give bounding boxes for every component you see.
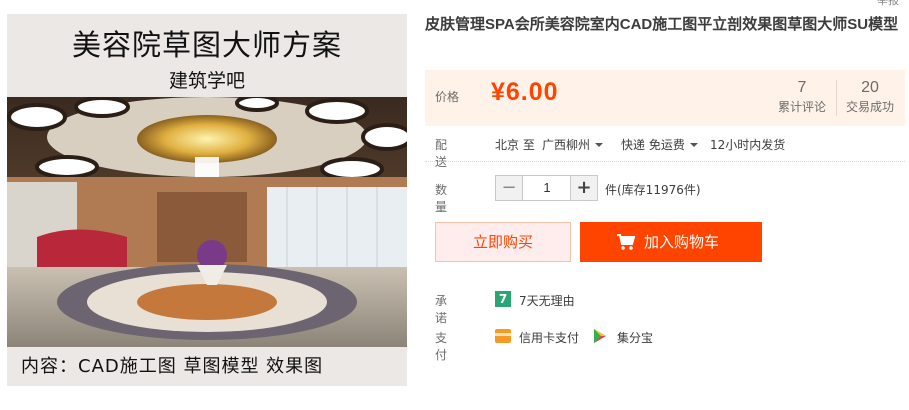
stock-text: 件(库存11976件) xyxy=(605,183,701,197)
increase-button[interactable]: + xyxy=(570,176,597,200)
payment-label: 支付 xyxy=(435,331,448,362)
jifenbao-icon xyxy=(594,329,606,343)
promise-label: 承诺 xyxy=(435,294,448,325)
sales-count: 20 xyxy=(861,79,879,96)
decrease-button[interactable]: − xyxy=(496,176,523,200)
product-title: 皮肤管理SPA会所美容院室内CAD施工图平立剖效果图草图大师SU模型 xyxy=(425,16,899,33)
reviews-stat[interactable]: 7 累计评论 xyxy=(772,79,832,115)
payment-method-jifenbao: 集分宝 xyxy=(617,331,654,345)
add-to-cart-button[interactable]: 加入购物车 xyxy=(580,222,762,262)
reviews-label: 累计评论 xyxy=(777,100,826,114)
shipping-destination-select[interactable]: 广西柳州 xyxy=(542,136,604,153)
payment-method-credit-card: 信用卡支付 xyxy=(519,331,580,345)
price-label: 价格 xyxy=(435,90,460,104)
image-subtitle: 建筑学吧 xyxy=(168,70,245,92)
image-footer: 内容：CAD施工图 草图模型 效果图 xyxy=(21,356,324,377)
price-value: ¥6.00 xyxy=(491,78,559,106)
divider xyxy=(425,161,905,162)
seven-day-return-icon: 7 xyxy=(495,291,511,307)
reviews-count: 7 xyxy=(797,79,807,96)
sales-stat: 20 交易成功 xyxy=(840,79,900,115)
sales-label: 交易成功 xyxy=(845,100,894,114)
interior-render-photo xyxy=(7,97,407,347)
shipping-destination: 广西柳州 xyxy=(542,138,591,152)
product-image[interactable]: 美容院草图大师方案 建筑学吧 内容：CAD施工图 草图模型 效果图 xyxy=(7,14,407,386)
shipping-from: 北京 至 xyxy=(495,138,535,152)
report-link[interactable]: 举报 xyxy=(877,0,899,8)
shipping-method-select[interactable]: 快递 免运费 xyxy=(621,136,698,153)
dispatch-time: 12小时内发货 xyxy=(710,138,786,152)
buy-now-button[interactable]: 立即购买 xyxy=(435,222,571,262)
add-to-cart-label: 加入购物车 xyxy=(644,233,720,251)
quantity-input[interactable] xyxy=(523,176,571,200)
image-title: 美容院草图大师方案 xyxy=(71,28,342,62)
chevron-down-icon xyxy=(595,143,604,147)
price-panel: 价格 ¥6.00 7 累计评论 20 交易成功 xyxy=(425,70,905,126)
quantity-stepper: − + xyxy=(495,175,598,201)
stat-divider xyxy=(836,80,837,116)
chevron-down-icon xyxy=(689,143,698,147)
quantity-label: 数量 xyxy=(435,183,448,214)
shopping-cart-icon xyxy=(617,234,636,250)
shipping-method: 快递 免运费 xyxy=(621,138,685,152)
shipping-label: 配送 xyxy=(435,138,448,169)
promise-text[interactable]: 7天无理由 xyxy=(519,292,575,309)
credit-card-icon xyxy=(495,329,511,343)
